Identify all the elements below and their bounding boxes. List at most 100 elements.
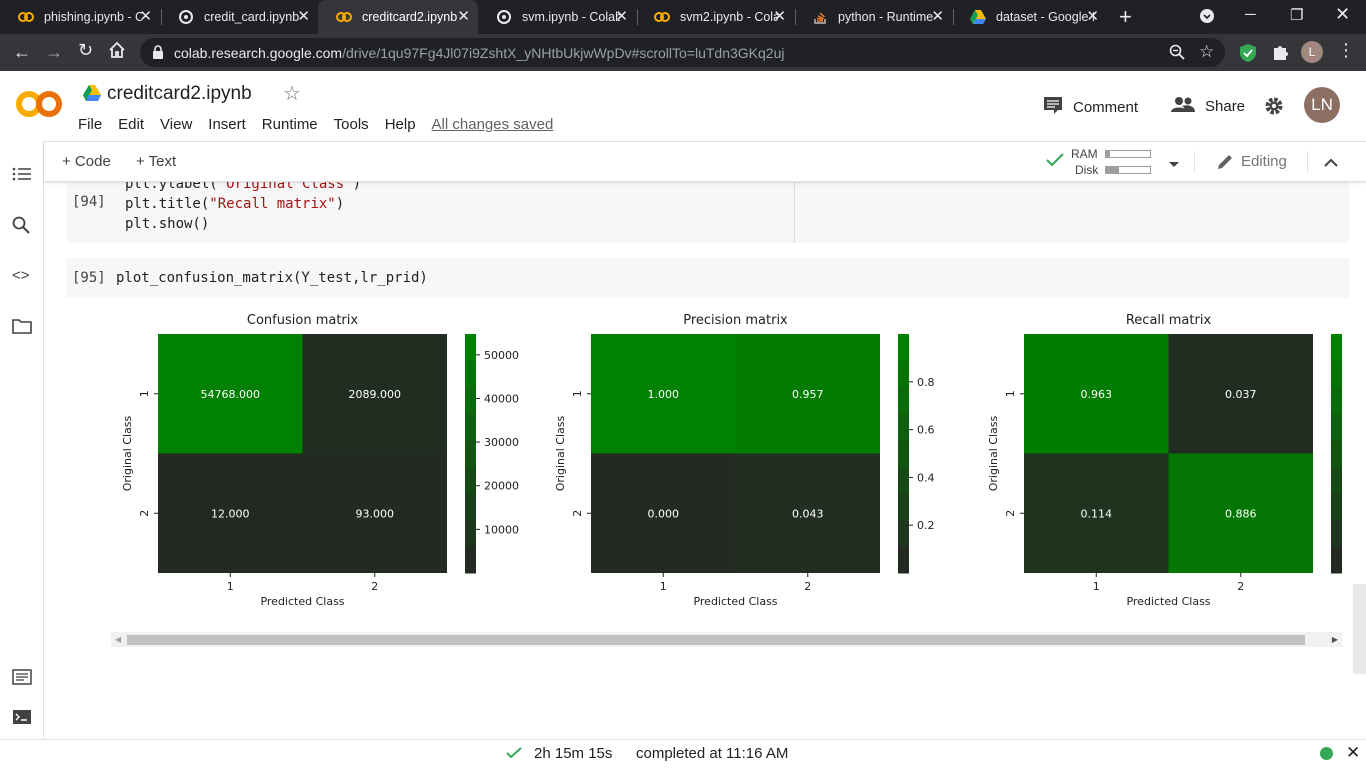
runtime-dropdown-icon[interactable] xyxy=(1168,156,1180,174)
colorbar-segment xyxy=(1331,440,1342,468)
output-horizontal-scrollbar[interactable]: ◀ ▶ xyxy=(111,632,1342,647)
browser-tab[interactable]: svm.ipynb - Colab ✕ xyxy=(478,0,636,34)
close-window-icon[interactable]: ✕ xyxy=(1335,4,1350,25)
y-tick-label: 1 xyxy=(571,390,584,397)
table-of-contents-icon[interactable] xyxy=(12,166,32,186)
files-folder-icon[interactable] xyxy=(12,318,32,338)
new-tab-button[interactable]: + xyxy=(1119,5,1132,29)
code-cell-94[interactable]: [94] plt.ylabel('Original Class') plt.ti… xyxy=(66,182,1349,243)
menu-tools[interactable]: Tools xyxy=(334,116,369,133)
star-icon[interactable]: ☆ xyxy=(283,81,301,106)
resources-indicator[interactable]: RAM Disk xyxy=(1046,146,1156,177)
x-tick-label: 1 xyxy=(227,580,234,593)
disk-label: Disk xyxy=(1075,163,1099,177)
collapse-header-icon[interactable] xyxy=(1324,155,1338,173)
code-cell-95[interactable]: [95] plot_confusion_matrix(Y_test,lr_pri… xyxy=(66,258,1349,298)
restore-icon[interactable]: ❐ xyxy=(1290,6,1303,24)
share-button[interactable]: Share xyxy=(1171,96,1245,116)
code-snippets-icon[interactable]: <> xyxy=(12,267,32,287)
tab-search-icon[interactable] xyxy=(1199,8,1215,28)
code-string: 'Original Class' xyxy=(217,182,353,192)
x-tick-label: 2 xyxy=(804,580,811,593)
elapsed-time: 2h 15m 15s xyxy=(534,745,613,762)
bookmark-star-icon[interactable]: ☆ xyxy=(1199,42,1214,62)
connected-check-icon xyxy=(1046,153,1064,172)
back-arrow-icon[interactable]: ← xyxy=(13,42,31,62)
zoom-icon[interactable] xyxy=(1169,44,1185,65)
disk-row: Disk xyxy=(1075,163,1151,177)
status-check-icon xyxy=(506,746,522,763)
browser-tab[interactable]: dataset - Google Drive ✕ xyxy=(952,0,1107,34)
settings-gear-icon[interactable] xyxy=(1264,96,1284,121)
code-token: ) xyxy=(335,196,345,212)
close-status-icon[interactable]: ✕ xyxy=(1346,743,1360,763)
close-tab-icon[interactable]: ✕ xyxy=(139,9,152,25)
account-avatar[interactable]: LN xyxy=(1304,87,1340,123)
home-icon[interactable] xyxy=(108,41,126,63)
close-tab-icon[interactable]: ✕ xyxy=(773,9,786,25)
colorbar-tick-label: 0.8 xyxy=(917,376,935,389)
search-icon[interactable] xyxy=(12,216,32,236)
browser-tab[interactable]: svm2.ipynb - Colab ✕ xyxy=(636,0,794,34)
puzzle-extensions-icon[interactable] xyxy=(1271,43,1289,66)
browser-tab[interactable]: credit_card.ipynb - Colab ✕ xyxy=(160,0,318,34)
menu-insert[interactable]: Insert xyxy=(208,116,246,133)
cell-code-editor[interactable]: plt.ylabel('Original Class') plt.title("… xyxy=(125,182,361,234)
notebook-title[interactable]: creditcard2.ipynb xyxy=(107,83,252,105)
menu-runtime[interactable]: Runtime xyxy=(262,116,318,133)
add-code-cell-button[interactable]: + Code xyxy=(62,153,111,170)
y-tick-label: 2 xyxy=(1004,510,1017,517)
editing-mode-button[interactable]: Editing xyxy=(1241,153,1287,170)
url-path: /drive/1qu97Fg4Jl07i9ZshtX_yNHtbUkjwWpDv… xyxy=(342,45,785,61)
colab-logo-icon[interactable] xyxy=(16,89,62,124)
url-text[interactable]: colab.research.google.com/drive/1qu97Fg4… xyxy=(174,45,784,61)
heatmap-cell-label: 0.886 xyxy=(1225,507,1257,520)
address-bar: ← → ↻ colab.research.google.com/drive/1q… xyxy=(0,34,1366,71)
tab-title: dataset - Google Drive xyxy=(996,10,1094,24)
pencil-icon xyxy=(1216,153,1234,176)
comment-button[interactable]: Comment xyxy=(1043,96,1138,118)
close-tab-icon[interactable]: ✕ xyxy=(1086,9,1099,25)
scroll-left-arrow[interactable]: ◀ xyxy=(115,635,121,644)
save-status-link[interactable]: All changes saved xyxy=(432,116,554,133)
menu-view[interactable]: View xyxy=(160,116,192,133)
scrollbar-thumb[interactable] xyxy=(127,635,1305,645)
browser-tab-active[interactable]: creditcard2.ipynb - Colab ✕ xyxy=(318,0,478,34)
page-vertical-scrollbar[interactable] xyxy=(1353,584,1366,674)
tab-title: phishing.ipynb - Colab xyxy=(44,10,142,24)
y-axis-label: Original Class xyxy=(987,415,1000,491)
colorbar-segment xyxy=(1331,519,1342,547)
share-label: Share xyxy=(1205,97,1246,115)
completion-time: completed at 11:16 AM xyxy=(636,745,789,762)
command-palette-icon[interactable] xyxy=(12,669,32,689)
forward-arrow-icon[interactable]: → xyxy=(45,42,63,62)
shield-extension-icon[interactable] xyxy=(1239,43,1257,68)
menu-file[interactable]: File xyxy=(78,116,102,133)
drive-icon xyxy=(83,85,101,106)
terminal-icon[interactable] xyxy=(12,709,32,729)
add-text-cell-button[interactable]: + Text xyxy=(136,153,176,170)
menu-edit[interactable]: Edit xyxy=(118,116,144,133)
close-tab-icon[interactable]: ✕ xyxy=(297,9,310,25)
browser-tab[interactable]: phishing.ipynb - Colab ✕ xyxy=(0,0,160,34)
colorbar-tick-label: 0.6 xyxy=(917,424,935,437)
cell-code-editor[interactable]: plot_confusion_matrix(Y_test,lr_prid) xyxy=(116,270,428,286)
y-tick-label: 2 xyxy=(138,510,151,517)
colorbar-segment xyxy=(1331,360,1342,388)
omnibox[interactable]: colab.research.google.com/drive/1qu97Fg4… xyxy=(140,38,1225,67)
scroll-right-arrow[interactable]: ▶ xyxy=(1332,635,1338,644)
reload-icon[interactable]: ↻ xyxy=(78,40,93,60)
profile-avatar[interactable]: L xyxy=(1301,41,1323,63)
browser-tab[interactable]: python - Runtime ✕ xyxy=(794,0,952,34)
code-string: "Recall matrix" xyxy=(209,196,336,212)
url-host: colab.research.google.com xyxy=(174,45,343,61)
close-tab-icon[interactable]: ✕ xyxy=(615,9,628,25)
menu-help[interactable]: Help xyxy=(385,116,416,133)
chrome-menu-icon[interactable]: ⋮ xyxy=(1337,40,1355,60)
code-line: plt.ylabel('Original Class') xyxy=(125,182,361,194)
close-tab-icon[interactable]: ✕ xyxy=(457,9,470,25)
close-tab-icon[interactable]: ✕ xyxy=(931,9,944,25)
minimize-icon[interactable]: ─ xyxy=(1245,6,1256,23)
cell-exec-count: [95] xyxy=(72,270,106,286)
code-token: ) xyxy=(352,182,362,192)
